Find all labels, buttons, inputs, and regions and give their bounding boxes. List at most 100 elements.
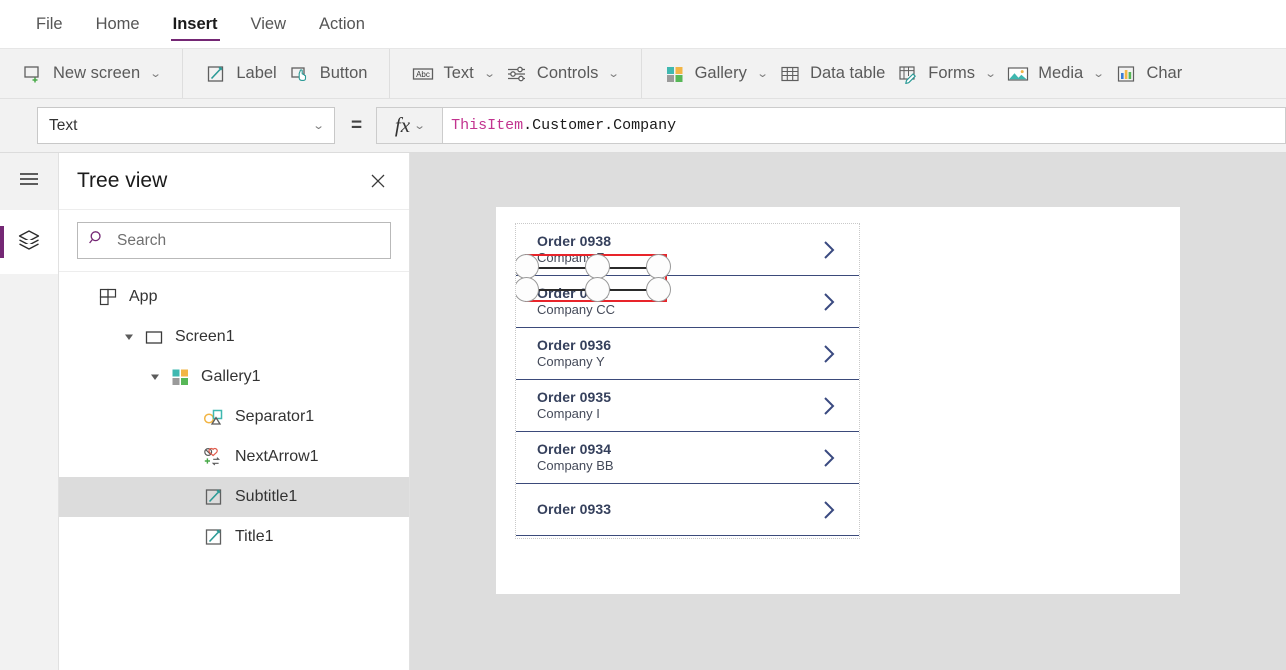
- menu-tab-view[interactable]: View: [251, 3, 286, 45]
- gallery-item[interactable]: Order 0938 Company F: [516, 224, 859, 276]
- gallery-item[interactable]: Order 0937 Company CC: [516, 276, 859, 328]
- gallery-item-texts: Order 0934 Company BB: [537, 441, 813, 474]
- tree-view-title: Tree view: [77, 169, 168, 192]
- next-arrow-icon[interactable]: [813, 498, 845, 522]
- label-button[interactable]: Label: [199, 59, 282, 89]
- label-icon: [205, 63, 227, 85]
- gallery-item[interactable]: Order 0933: [516, 484, 859, 536]
- hamburger-menu-button[interactable]: [0, 153, 58, 210]
- gallery-item-title: Order 0937: [537, 285, 612, 301]
- gallery-item-title: Order 0938: [537, 233, 612, 249]
- chevron-down-icon: ⌄: [1092, 68, 1106, 80]
- next-arrow-icon[interactable]: [813, 290, 845, 314]
- gallery-button-label: Gallery: [694, 64, 747, 82]
- charts-button[interactable]: Char: [1109, 59, 1188, 89]
- gallery-item-subtitle: Company CC: [537, 302, 616, 317]
- gallery-item-subtitle: Company Y: [537, 354, 605, 369]
- label-edit-icon: [203, 526, 225, 548]
- gallery-item-title: Order 0935: [537, 389, 612, 405]
- tree-item-screen1[interactable]: Screen1: [59, 317, 409, 357]
- close-icon[interactable]: [365, 168, 391, 194]
- tree-item-gallery1[interactable]: Gallery1: [59, 357, 409, 397]
- tree-item-label: Screen1: [175, 328, 235, 345]
- text-button-label: Text: [443, 64, 474, 82]
- menu-bar: File Home Insert View Action: [0, 0, 1286, 49]
- tree-item-label: Gallery1: [201, 368, 261, 385]
- controls-icon: [506, 63, 528, 85]
- ribbon-group-screen: New screen ⌄: [0, 49, 184, 98]
- gallery-item-title: Order 0933: [537, 501, 612, 517]
- new-screen-label: New screen: [53, 64, 141, 82]
- gallery-item-title: Order 0936: [537, 337, 612, 353]
- controls-button[interactable]: Controls ⌄: [500, 59, 625, 89]
- chevron-down-icon: ⌄: [413, 120, 426, 132]
- gallery-item[interactable]: Order 0936 Company Y: [516, 328, 859, 380]
- text-icon: Abc: [412, 63, 434, 85]
- sidebar-item-tree-view[interactable]: [0, 210, 58, 274]
- equals-sign: =: [351, 114, 363, 136]
- gallery-item[interactable]: Order 0935 Company I: [516, 380, 859, 432]
- menu-tab-insert[interactable]: Insert: [170, 3, 220, 45]
- gallery-item-subtitle: Company I: [537, 406, 600, 421]
- search-icon: [88, 229, 106, 252]
- tree-item-app[interactable]: App: [59, 277, 409, 317]
- separator-icon: [203, 406, 225, 428]
- svg-text:Abc: Abc: [417, 70, 431, 79]
- media-button-label: Media: [1038, 64, 1084, 82]
- ribbon-group-basic: Label Button: [183, 49, 391, 98]
- gallery-item-title: Order 0934: [537, 441, 612, 457]
- tree-view-header: Tree view: [59, 153, 409, 210]
- text-button[interactable]: Abc Text ⌄: [406, 59, 499, 89]
- body-area: Tree view Search App Screen1 Gallery1 Se…: [0, 153, 1286, 670]
- tree-item-nextarrow1[interactable]: NextArrow1: [59, 437, 409, 477]
- data-table-button-label: Data table: [810, 64, 886, 82]
- tree-item-subtitle1[interactable]: Subtitle1: [59, 477, 409, 517]
- new-screen-button[interactable]: New screen ⌄: [16, 59, 166, 89]
- screen1-canvas[interactable]: Order 0938 Company F Order 0937 Company …: [496, 207, 1180, 594]
- gallery-item-texts: Order 0933: [537, 501, 813, 518]
- tree-twisty-gallery1[interactable]: [147, 372, 163, 382]
- charts-button-label: Char: [1146, 64, 1183, 82]
- tree-item-label: Title1: [235, 528, 274, 545]
- next-arrow-icon[interactable]: [813, 342, 845, 366]
- ribbon-toolbar: New screen ⌄ Label Button Abc Text ⌄ Con…: [0, 49, 1286, 99]
- property-select-value: Text: [49, 116, 78, 134]
- gallery-icon: [664, 63, 686, 85]
- search-box[interactable]: [77, 222, 391, 259]
- chevron-down-icon: ⌄: [607, 68, 621, 80]
- tree-item-separator1[interactable]: Separator1: [59, 397, 409, 437]
- ribbon-group-data: Gallery ⌄ Data table Forms ⌄ Media ⌄ Cha…: [642, 49, 1205, 98]
- gallery-item-texts: Order 0938 Company F: [537, 233, 813, 266]
- next-arrow-icon[interactable]: [813, 394, 845, 418]
- property-select[interactable]: Text ⌄: [37, 107, 335, 144]
- gallery1-control[interactable]: Order 0938 Company F Order 0937 Company …: [515, 223, 860, 539]
- chevron-down-icon: ⌄: [149, 68, 162, 80]
- chevron-down-icon: ⌄: [483, 68, 496, 80]
- label-edit-icon: [203, 486, 225, 508]
- formula-input[interactable]: ThisItem .Customer.Company: [443, 107, 1286, 144]
- layers-icon: [16, 227, 42, 258]
- app-icon: [97, 286, 119, 308]
- button-button[interactable]: Button: [283, 59, 374, 89]
- search-input[interactable]: [115, 230, 380, 251]
- gallery-item-texts: Order 0937 Company CC: [537, 285, 813, 318]
- powerapps-studio: File Home Insert View Action New screen …: [0, 0, 1286, 670]
- menu-tab-action[interactable]: Action: [319, 3, 365, 45]
- next-arrow-icon[interactable]: [813, 238, 845, 262]
- tree-item-title1[interactable]: Title1: [59, 517, 409, 557]
- media-button[interactable]: Media ⌄: [1001, 59, 1109, 89]
- gallery-button[interactable]: Gallery ⌄: [658, 59, 773, 89]
- gallery-icon: [169, 366, 191, 388]
- data-table-button[interactable]: Data table: [773, 59, 891, 89]
- app-canvas[interactable]: Order 0938 Company F Order 0937 Company …: [410, 153, 1286, 670]
- menu-tab-file[interactable]: File: [36, 3, 63, 45]
- formula-token-path: .Customer.Company: [523, 117, 677, 134]
- next-arrow-icon[interactable]: [813, 446, 845, 470]
- fx-button[interactable]: fx ⌄: [376, 107, 444, 144]
- gallery-item-subtitle: Company BB: [537, 458, 614, 473]
- forms-button[interactable]: Forms ⌄: [891, 59, 1001, 89]
- menu-tab-home[interactable]: Home: [96, 3, 140, 45]
- gallery-item[interactable]: Order 0934 Company BB: [516, 432, 859, 484]
- tree-twisty-screen1[interactable]: [121, 332, 137, 342]
- active-indicator: [0, 226, 4, 258]
